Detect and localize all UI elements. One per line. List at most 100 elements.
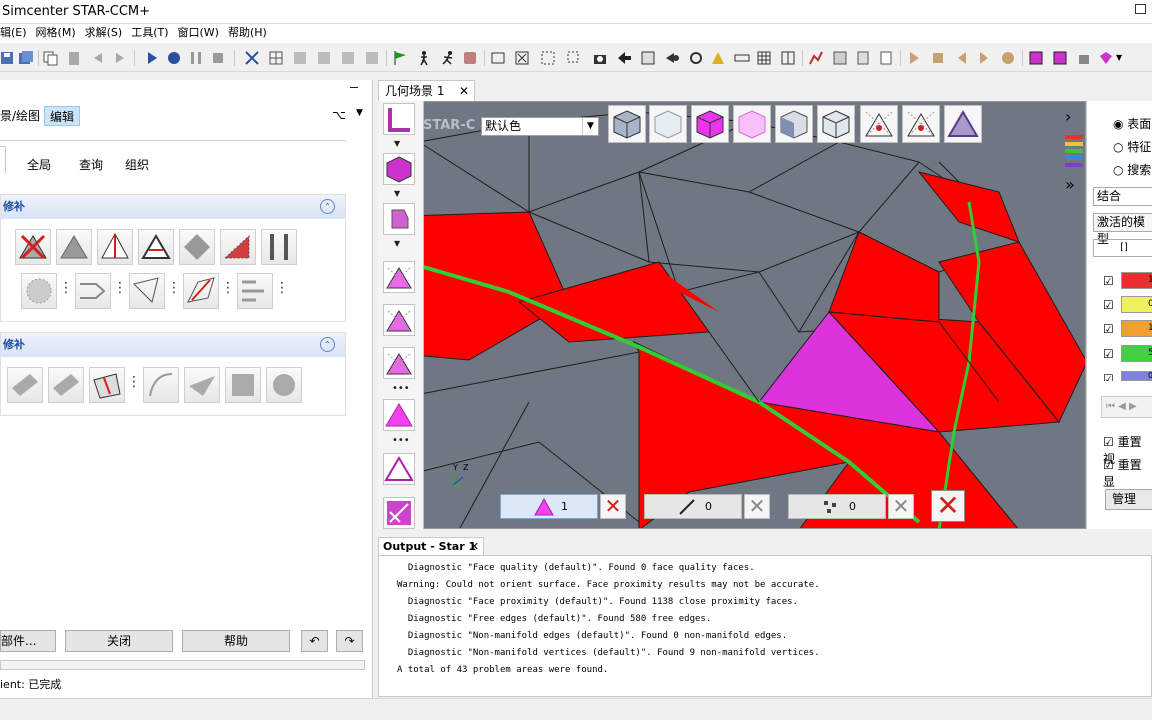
mesh-surface[interactable] <box>379 102 1086 529</box>
combine-select[interactable]: 结合 <box>1093 187 1152 206</box>
reset-display-checkbox[interactable]: ☑ 重置显 <box>1103 456 1152 490</box>
copy-icon[interactable] <box>42 50 58 66</box>
radio-search[interactable]: ○ 搜索 <box>1113 161 1151 178</box>
tab-main[interactable] <box>0 146 6 174</box>
chevron-down-icon[interactable]: ▼ <box>394 239 400 248</box>
fill-hole-button[interactable] <box>220 229 256 265</box>
part-select-icon[interactable] <box>383 203 415 235</box>
collapse-icon[interactable]: ⌃ <box>320 199 335 214</box>
checkbox-5[interactable]: ☑ <box>1103 372 1114 381</box>
grid-icon[interactable] <box>640 50 656 66</box>
more-icon[interactable]: ⋮ <box>113 273 127 307</box>
split-triangle-button[interactable] <box>138 229 174 265</box>
mesh-quality-icon-3[interactable] <box>383 347 415 379</box>
panel-icon[interactable] <box>780 50 796 66</box>
help-button[interactable]: 帮助 <box>182 630 290 652</box>
chevron-down-icon[interactable]: ▼ <box>394 139 400 148</box>
parts-button[interactable]: 部件... <box>0 630 56 652</box>
checkbox-3[interactable]: ☑ <box>1103 322 1114 336</box>
tab-query[interactable]: 查询 <box>79 156 103 173</box>
tab-geometry-scene[interactable]: 几何场景 1 ✕ <box>378 80 475 102</box>
face-selection-counter[interactable]: 1 <box>500 494 598 519</box>
chevron-down-icon[interactable]: ▼ <box>1116 50 1126 66</box>
record-icon[interactable] <box>166 50 182 66</box>
minimize-icon[interactable] <box>350 87 358 88</box>
arrow-left-icon[interactable] <box>616 50 632 66</box>
table-icon[interactable] <box>756 50 772 66</box>
tri-quality-icon-2[interactable] <box>902 105 940 143</box>
cube-magenta-icon[interactable] <box>691 105 729 143</box>
cube-gray-icon[interactable] <box>608 105 646 143</box>
light-icon[interactable] <box>710 50 726 66</box>
more-icon[interactable]: ••• <box>392 383 410 394</box>
repair-tool-icon[interactable] <box>383 497 415 529</box>
cube-pink-wire-icon[interactable] <box>733 105 771 143</box>
vertex-selection-counter[interactable]: 0 <box>788 494 886 519</box>
tab-output[interactable]: Output - Star 1 ✕ <box>378 537 484 556</box>
imprint-button[interactable] <box>183 273 219 309</box>
more-icon[interactable]: ⋮ <box>59 273 73 307</box>
filter-field[interactable]: [] <box>1093 239 1152 257</box>
part-icon-3[interactable] <box>1076 50 1092 66</box>
active-model-select[interactable]: 激活的模型 <box>1093 213 1152 246</box>
expand-icon[interactable]: » <box>1065 175 1075 194</box>
selection-tool-icon[interactable] <box>383 103 415 135</box>
color-mode-select[interactable]: 默认色 ▼ <box>481 117 599 136</box>
restore-window-button[interactable] <box>1135 4 1146 14</box>
tab-organize[interactable]: 组织 <box>125 156 149 173</box>
collapse-icon[interactable]: ⌃ <box>320 337 335 352</box>
radio-surface[interactable]: ◉ 表面 <box>1113 115 1151 132</box>
walk-icon[interactable] <box>416 50 432 66</box>
page-icon[interactable] <box>878 50 894 66</box>
close-icon[interactable]: ✕ <box>470 538 479 556</box>
rotate-icon[interactable] <box>688 50 704 66</box>
face-select-icon[interactable] <box>383 399 415 431</box>
view-icon-1[interactable] <box>490 50 506 66</box>
menu-mesh[interactable]: 网格(M) <box>36 24 76 42</box>
mesh-tool-icon[interactable] <box>244 50 260 66</box>
zoom-icon[interactable] <box>540 50 556 66</box>
geometry-viewport[interactable]: STAR-C Y Z <box>378 101 1086 529</box>
checkbox-1[interactable]: ☑ <box>1103 274 1114 288</box>
triangle-button[interactable] <box>56 229 92 265</box>
surface-tool-3[interactable] <box>89 367 125 403</box>
menu-help[interactable]: 帮助(H) <box>228 24 267 42</box>
delete-face-button[interactable] <box>15 229 51 265</box>
camera-icon[interactable] <box>592 50 608 66</box>
tri-shaded-icon[interactable] <box>944 105 982 143</box>
radio-feature[interactable]: ○ 特征 <box>1113 138 1151 155</box>
more-icon[interactable]: ⋮ <box>127 367 141 401</box>
swap-edge-button[interactable] <box>97 229 133 265</box>
save-all-icon[interactable] <box>18 50 34 66</box>
more-icon[interactable]: ⋮ <box>221 273 235 307</box>
cube-wire-icon[interactable] <box>649 105 687 143</box>
export-icon[interactable] <box>856 50 872 66</box>
cube-select-icon[interactable] <box>383 153 415 185</box>
mesh-quality-icon-2[interactable] <box>383 304 415 336</box>
tools-button[interactable] <box>261 229 297 265</box>
menu-tools[interactable]: 工具(T) <box>131 24 168 42</box>
tab-edit[interactable]: 编辑 <box>44 106 81 126</box>
cube-outline-icon[interactable] <box>817 105 855 143</box>
green-flag-icon[interactable] <box>392 50 408 66</box>
menu-window[interactable]: 窗口(W) <box>178 24 219 42</box>
ruler-icon[interactable] <box>734 50 750 66</box>
select-rect-icon[interactable] <box>566 50 582 66</box>
nav-icon[interactable] <box>664 50 680 66</box>
report-icon[interactable] <box>832 50 848 66</box>
tri-quality-icon-1[interactable] <box>860 105 898 143</box>
tab-scene-plot[interactable]: 景/绘图 <box>0 106 45 126</box>
manage-button[interactable]: 管理 <box>1105 489 1152 510</box>
clear-all-button[interactable]: ✕ <box>931 490 965 522</box>
project-button[interactable] <box>129 273 165 309</box>
chevron-right-icon[interactable]: › <box>1065 107 1071 126</box>
run-icon[interactable] <box>144 50 160 66</box>
checkbox-4[interactable]: ☑ <box>1103 347 1114 361</box>
close-button[interactable]: 关闭 <box>65 630 173 652</box>
mesh-quality-icon-1[interactable] <box>383 261 415 293</box>
more-icon[interactable]: ⋮ <box>167 273 181 307</box>
more-icon[interactable]: ⋮ <box>275 273 289 307</box>
chevron-down-icon[interactable]: ▼ <box>582 118 598 135</box>
chevron-down-icon[interactable]: ▼ <box>394 189 400 198</box>
part-icon-1[interactable] <box>1028 50 1044 66</box>
